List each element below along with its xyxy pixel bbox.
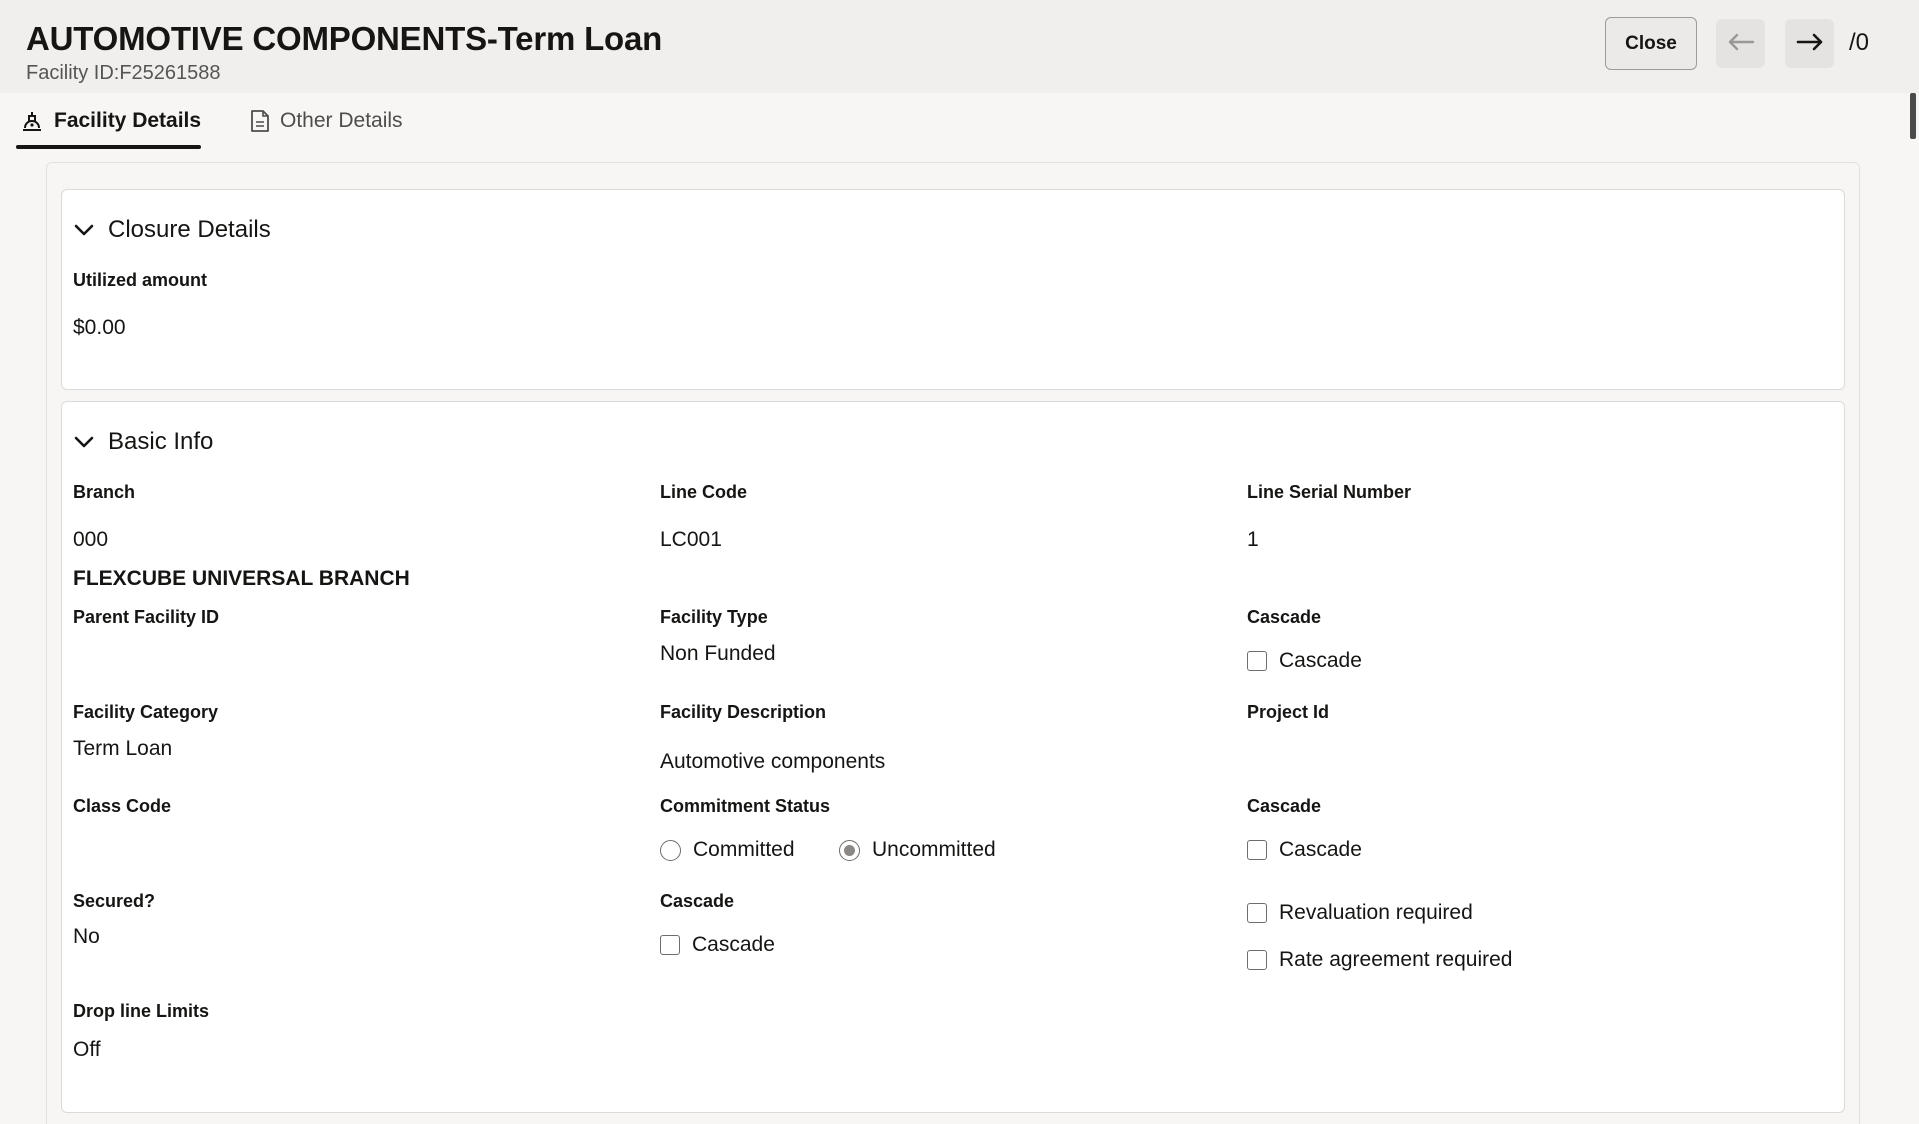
uncommitted-radio-label: Uncommitted (872, 838, 996, 861)
checkbox-icon (1247, 903, 1267, 923)
parent-facility-label: Parent Facility ID (73, 607, 220, 627)
facility-id: Facility ID:F25261588 (26, 62, 221, 84)
secured-label: Secured? (73, 891, 156, 911)
branch-label: Branch (73, 482, 136, 502)
next-button[interactable] (1785, 19, 1834, 68)
document-icon (250, 109, 270, 133)
closure-details-section: Closure Details Utilized amount $0.00 (61, 189, 1845, 390)
cascade-checkbox[interactable]: Cascade (1247, 649, 1362, 673)
tab-other-details[interactable]: Other Details (250, 93, 403, 149)
checkbox-icon (1247, 651, 1267, 671)
cascade-checkbox-label: Cascade (692, 933, 775, 956)
chevron-down-icon (74, 223, 94, 237)
tab-other-details-label: Other Details (280, 109, 403, 132)
branch-name: FLEXCUBE UNIVERSAL BRANCH (73, 567, 410, 590)
page-header: AUTOMOTIVE COMPONENTS-Term Loan Facility… (0, 0, 1919, 93)
tab-bar: Facility Details Other Details (0, 93, 1900, 149)
basic-info-section: Basic Info Branch 000 FLEXCUBE UNIVERSAL… (61, 401, 1845, 1113)
utilized-amount-value: $0.00 (73, 316, 126, 339)
line-serial-label: Line Serial Number (1247, 482, 1412, 502)
class-code-label: Class Code (73, 796, 172, 816)
facility-category-label: Facility Category (73, 702, 219, 722)
drop-line-limits-label: Drop line Limits (73, 1001, 210, 1021)
cascade-checkbox[interactable]: Cascade (1247, 838, 1362, 862)
record-counter: /0 (1849, 29, 1870, 56)
revaluation-required-checkbox[interactable]: Revaluation required (1247, 901, 1473, 925)
radio-selected-icon (839, 839, 860, 861)
branch-code: 000 (73, 528, 109, 551)
cascade-checkbox-label: Cascade (1279, 838, 1362, 861)
rate-agreement-required-checkbox[interactable]: Rate agreement required (1247, 948, 1512, 972)
rate-agreement-required-label: Rate agreement required (1279, 948, 1513, 971)
commitment-status-label: Commitment Status (660, 796, 831, 816)
checkbox-icon (1247, 840, 1267, 860)
uncommitted-radio[interactable]: Uncommitted (839, 838, 996, 862)
arrow-right-icon (1796, 32, 1824, 55)
scrollbar-thumb[interactable] (1910, 93, 1916, 139)
facility-icon (20, 109, 44, 133)
cascade-label: Cascade (1247, 607, 1322, 627)
close-button[interactable]: Close (1605, 17, 1697, 70)
chevron-down-icon (74, 435, 94, 449)
drop-line-limits-value: Off (73, 1038, 101, 1061)
facility-category-value: Term Loan (73, 737, 173, 760)
cascade-label: Cascade (1247, 796, 1322, 816)
closure-details-header[interactable]: Closure Details (74, 216, 271, 244)
committed-radio[interactable]: Committed (660, 838, 795, 862)
basic-info-title: Basic Info (108, 428, 214, 455)
cascade-checkbox-label: Cascade (1279, 649, 1362, 672)
line-serial-value: 1 (1247, 528, 1259, 551)
closure-details-title: Closure Details (108, 216, 271, 243)
arrow-left-icon (1727, 32, 1755, 55)
line-code-value: LC001 (660, 528, 722, 551)
cascade-checkbox[interactable]: Cascade (660, 933, 775, 957)
facility-description-value: Automotive components (660, 750, 886, 773)
facility-description-label: Facility Description (660, 702, 827, 722)
basic-info-header[interactable]: Basic Info (74, 428, 213, 456)
previous-button[interactable] (1716, 19, 1765, 68)
line-code-label: Line Code (660, 482, 748, 502)
utilized-amount-label: Utilized amount (73, 270, 207, 290)
page-scrollbar[interactable] (1906, 93, 1919, 1124)
content-panel: Closure Details Utilized amount $0.00 Ba… (46, 162, 1860, 1124)
facility-type-label: Facility Type (660, 607, 768, 627)
facility-type-value: Non Funded (660, 642, 776, 665)
cascade-label: Cascade (660, 891, 735, 911)
committed-radio-label: Committed (693, 838, 795, 861)
revaluation-required-label: Revaluation required (1279, 901, 1473, 924)
page-title: AUTOMOTIVE COMPONENTS-Term Loan (26, 20, 663, 57)
secured-value: No (73, 925, 100, 948)
tab-facility-details-label: Facility Details (54, 109, 202, 132)
radio-icon (660, 839, 681, 861)
project-id-label: Project Id (1247, 702, 1330, 722)
checkbox-icon (1247, 950, 1267, 970)
checkbox-icon (660, 935, 680, 955)
tab-facility-details[interactable]: Facility Details (16, 93, 201, 149)
